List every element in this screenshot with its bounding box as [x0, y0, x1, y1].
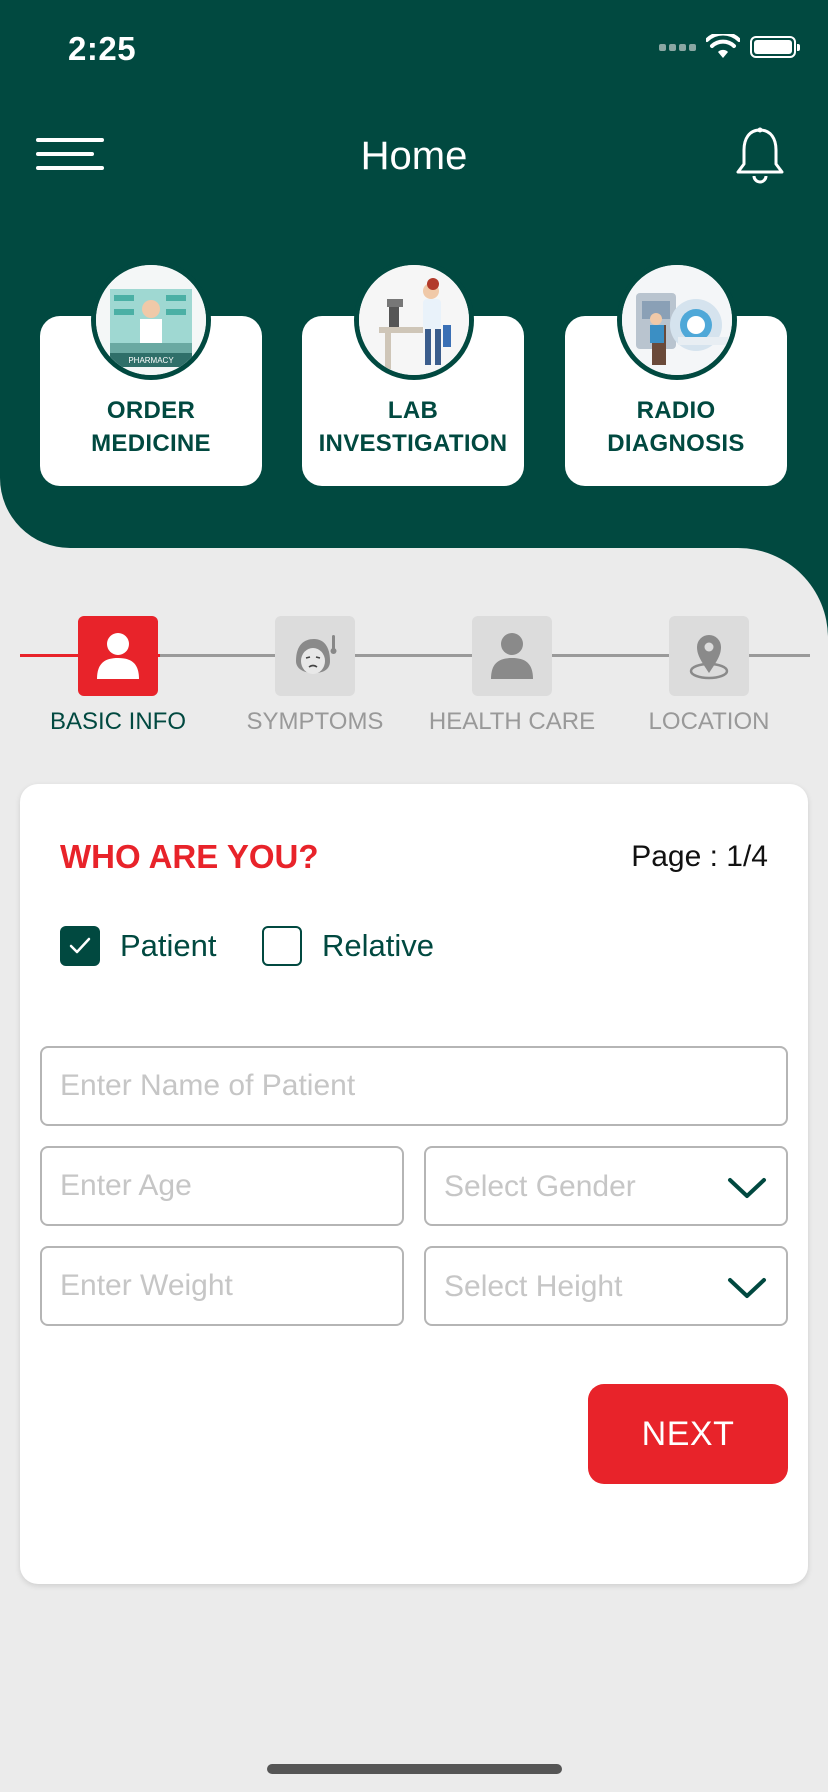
step-label-health-care: HEALTH CARE [428, 708, 596, 735]
sick-face-icon [296, 635, 337, 674]
patient-label: Patient [120, 928, 217, 963]
location-pin-icon [689, 635, 729, 680]
page-title: Home [360, 134, 468, 178]
age-input[interactable] [42, 1148, 402, 1224]
gender-select-placeholder: Select Gender [444, 1170, 636, 1203]
weight-input[interactable] [42, 1248, 402, 1324]
status-time: 2:25 [68, 30, 137, 67]
pharmacy-icon: PHARMACY [91, 260, 211, 380]
mri-scanner-icon [617, 260, 737, 380]
home-indicator[interactable] [267, 1764, 562, 1774]
bell-icon[interactable] [734, 126, 786, 186]
height-select[interactable]: Select Height [424, 1246, 788, 1326]
step-location[interactable] [669, 616, 749, 696]
wifi-icon [706, 34, 740, 58]
battery-icon [750, 36, 800, 58]
step-basic-info[interactable] [78, 616, 158, 696]
relative-label: Relative [322, 928, 434, 963]
chevron-down-icon [728, 1278, 766, 1298]
person-icon [97, 633, 139, 679]
page-indicator: Page : 1/4 [631, 840, 768, 873]
patient-name-input[interactable] [42, 1048, 786, 1124]
patient-name-field[interactable] [40, 1046, 788, 1126]
height-select-placeholder: Select Height [444, 1270, 623, 1303]
status-icons [659, 34, 800, 60]
person-icon [491, 633, 533, 679]
step-label-location: LOCATION [648, 708, 770, 735]
service-label: LAB INVESTIGATION [318, 397, 508, 457]
signal-icon [659, 43, 696, 51]
next-button[interactable]: NEXT [588, 1384, 788, 1484]
relative-checkbox[interactable] [262, 926, 302, 966]
check-icon [69, 937, 91, 954]
weight-field[interactable] [40, 1246, 404, 1326]
gender-select[interactable]: Select Gender [424, 1146, 788, 1226]
patient-checkbox[interactable] [60, 926, 100, 966]
form-title: WHO ARE YOU? [60, 838, 319, 875]
service-label: ORDER MEDICINE [91, 397, 211, 457]
chevron-down-icon [728, 1178, 766, 1198]
step-health-care[interactable] [472, 616, 552, 696]
basic-info-form: WHO ARE YOU? Page : 1/4 Patient Relative… [20, 784, 808, 1584]
step-label-symptoms: SYMPTOMS [246, 708, 384, 735]
microscope-icon [354, 260, 474, 380]
age-field[interactable] [40, 1146, 404, 1226]
step-symptoms[interactable] [275, 616, 355, 696]
service-label: RADIO DIAGNOSIS [607, 397, 745, 457]
svg-text:PHARMACY: PHARMACY [128, 356, 174, 365]
step-label-basic-info: BASIC INFO [49, 708, 187, 735]
